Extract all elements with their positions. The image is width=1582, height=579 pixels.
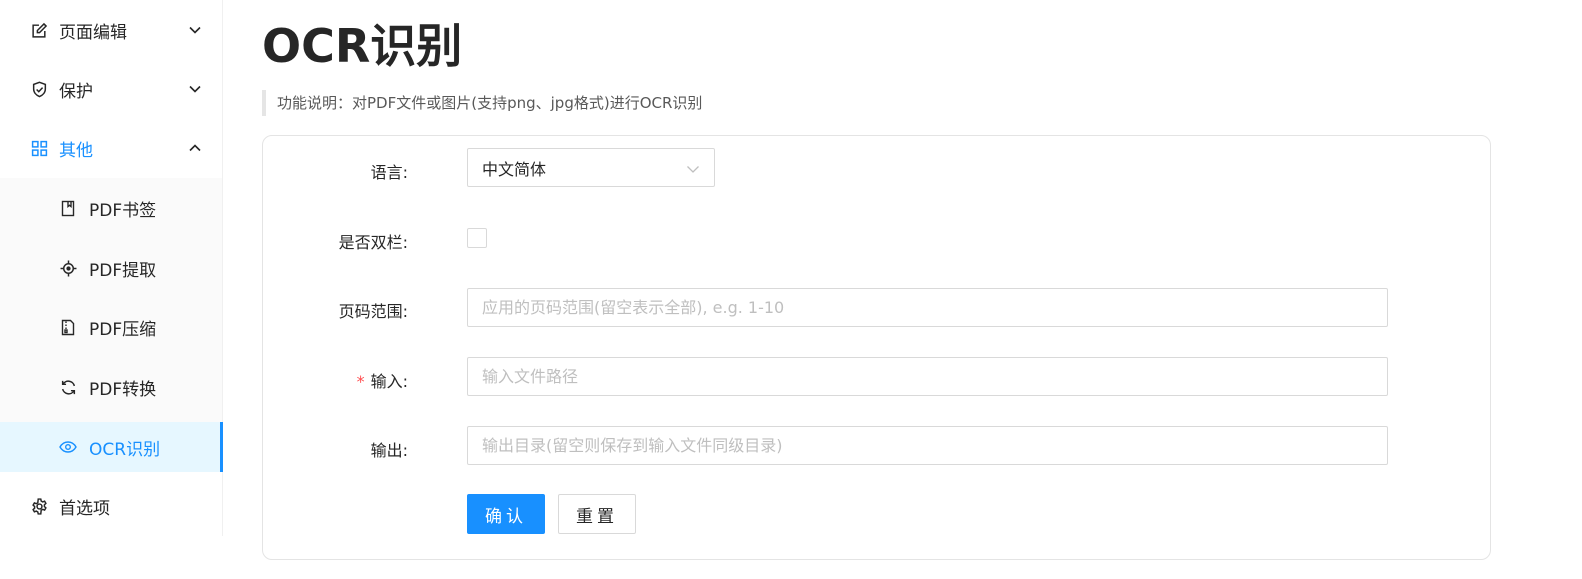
language-select-value: 中文简体	[482, 159, 547, 179]
sidebar-item-label: OCR识别	[89, 439, 161, 460]
form-card	[262, 135, 1491, 560]
chevron-down-icon	[686, 161, 700, 175]
sidebar-item-pdf-convert[interactable]: PDF转换	[0, 362, 223, 412]
chevron-down-icon	[187, 22, 203, 38]
sidebar-item-label: PDF转换	[89, 379, 157, 400]
file-zip-icon	[59, 318, 77, 336]
page-range-label: 页码范围:	[338, 302, 408, 321]
sidebar: 页面编辑 保护 其他 PDF书签 PDF提取 PDF压缩 PDF转换 OCR识别…	[0, 0, 223, 536]
target-icon	[59, 259, 77, 277]
sidebar-item-pdf-bookmark[interactable]: PDF书签	[0, 183, 223, 233]
double-column-label: 是否双栏:	[338, 233, 408, 252]
edit-icon	[30, 21, 48, 39]
grid-icon	[30, 139, 48, 157]
sidebar-item-page-edit[interactable]: 页面编辑	[0, 5, 222, 55]
input-path-field[interactable]	[467, 357, 1388, 396]
input-label-text: 输入:	[370, 372, 408, 391]
sidebar-item-preferences[interactable]: 首选项	[0, 481, 222, 531]
sidebar-item-label: 保护	[59, 81, 93, 102]
language-select[interactable]: 中文简体	[467, 148, 715, 187]
output-dir-field[interactable]	[467, 426, 1388, 465]
double-column-checkbox[interactable]	[467, 228, 487, 248]
reset-button[interactable]: 重置	[558, 494, 636, 534]
confirm-button[interactable]: 确认	[467, 494, 545, 534]
language-label: 语言:	[370, 163, 408, 182]
output-label: 输出:	[370, 441, 408, 460]
page-range-input[interactable]	[467, 288, 1388, 327]
shield-icon	[30, 80, 48, 98]
sidebar-item-label: 页面编辑	[59, 22, 127, 43]
sidebar-item-label: PDF书签	[89, 200, 157, 221]
sidebar-item-label: PDF压缩	[89, 319, 157, 340]
bookmark-icon	[59, 199, 77, 217]
sidebar-item-pdf-compress[interactable]: PDF压缩	[0, 302, 223, 352]
sidebar-item-label: PDF提取	[89, 260, 157, 281]
submenu-other: PDF书签 PDF提取 PDF压缩 PDF转换 OCR识别	[0, 178, 223, 472]
sidebar-item-label: 其他	[59, 140, 93, 161]
sidebar-item-ocr[interactable]: OCR识别	[0, 422, 223, 472]
page-title: OCR识别	[262, 19, 463, 73]
gear-icon	[30, 497, 48, 515]
required-mark: *	[356, 372, 365, 391]
sidebar-item-other[interactable]: 其他	[0, 123, 222, 173]
chevron-down-icon	[187, 81, 203, 97]
input-label: * 输入:	[357, 368, 408, 392]
sidebar-item-label: 首选项	[59, 498, 110, 519]
sidebar-item-pdf-extract[interactable]: PDF提取	[0, 243, 223, 293]
sync-icon	[59, 378, 77, 396]
sidebar-item-protect[interactable]: 保护	[0, 64, 222, 114]
chevron-up-icon	[187, 140, 203, 156]
feature-description: 功能说明：对PDF文件或图片(支持png、jpg格式)进行OCR识别	[262, 90, 702, 116]
eye-icon	[59, 438, 77, 456]
